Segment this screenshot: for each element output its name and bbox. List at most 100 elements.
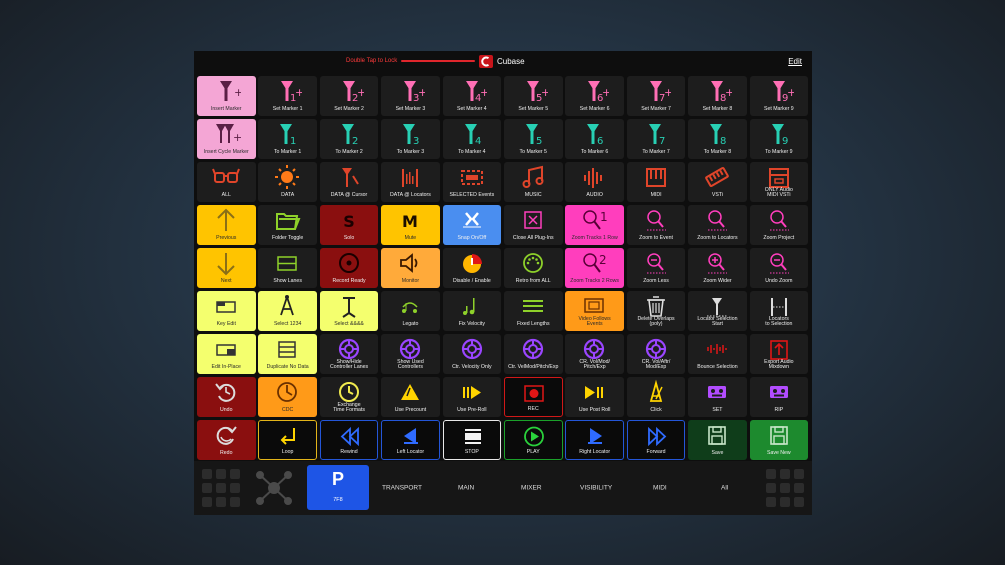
tile-to-marker-1[interactable]: 1 To Marker 1	[258, 119, 317, 159]
tile-solo[interactable]: S Solo	[319, 205, 379, 245]
tile-retro-from-all[interactable]: Retro from ALL	[504, 248, 563, 288]
tile-click[interactable]: Click	[626, 377, 686, 417]
tile-zoom-to-locators[interactable]: Zoom to Locators	[688, 205, 747, 245]
tile-rip[interactable]: RIP	[749, 377, 809, 417]
tile-zoom-tracks-2-rows[interactable]: 2 Zoom Tracks 2 Rows	[565, 248, 624, 288]
tile-show-used-controllers[interactable]: Show Used Controllers	[381, 334, 440, 374]
tab-main[interactable]: MAIN	[458, 485, 474, 492]
tile-save-new[interactable]: Save New	[749, 420, 809, 460]
tile-insert-cycle-marker[interactable]: + Insert Cycle Marker	[197, 119, 256, 159]
tile-to-marker-3[interactable]: 3 To Marker 3	[381, 119, 440, 159]
tab-all[interactable]: All	[721, 485, 728, 492]
tile-fix-velocity[interactable]: Fix Velocity	[442, 291, 502, 331]
tile-stop[interactable]: STOP	[442, 420, 502, 460]
tile-undo-zoom[interactable]: Undo Zoom	[749, 248, 809, 288]
tab-visibility[interactable]: VISIBILITY	[580, 485, 612, 492]
tile-data[interactable]: DATA	[258, 162, 317, 202]
tile-exchange-time-formats[interactable]: Exchange Time Formats	[319, 377, 379, 417]
tile-legato[interactable]: Legato	[381, 291, 440, 331]
tile-set-marker-3[interactable]: 3 + Set Marker 3	[381, 76, 440, 116]
tile-save[interactable]: Save	[688, 420, 747, 460]
tile-select-1234[interactable]: Select 1234	[258, 291, 317, 331]
grid-menu-right-icon[interactable]	[766, 469, 804, 507]
tile-right-locator[interactable]: Right Locator	[565, 420, 624, 460]
tile-set[interactable]: SET	[688, 377, 747, 417]
tile-video-follows-events[interactable]: Video Follows Events	[565, 291, 624, 331]
tile-show-hide-controller-lanes[interactable]: Show/Hide Controller Lanes	[319, 334, 379, 374]
tile-set-marker-2[interactable]: 2 + Set Marker 2	[319, 76, 379, 116]
tile-use-pre-roll[interactable]: Use Pre-Roll	[442, 377, 502, 417]
tile-audio[interactable]: AUDIO	[565, 162, 624, 202]
tab-transport[interactable]: TRANSPORT	[382, 485, 422, 492]
tile-disable-enable[interactable]: Disable / Enable	[442, 248, 502, 288]
tile-zoom-project[interactable]: Zoom Project	[749, 205, 809, 245]
tile-next[interactable]: Next	[197, 248, 256, 288]
active-page-button[interactable]: P 7F8	[307, 465, 369, 510]
tile-zoom-less[interactable]: Zoom Less	[626, 248, 686, 288]
tile-cr-vol-mod-pitch-exp[interactable]: CR. Vol/Mod/ Pitch/Exp	[565, 334, 624, 374]
tile-delete-overlaps-poly[interactable]: Delete Overlaps (poly)	[626, 291, 686, 331]
tile-export-audio-mixdown[interactable]: Export Audio Mixdown	[749, 334, 809, 374]
tile-data-cursor[interactable]: DATA @ Cursor	[319, 162, 379, 202]
tile-to-marker-9[interactable]: 9 To Marker 9	[749, 119, 809, 159]
tile-rec[interactable]: REC	[504, 377, 563, 417]
tile-set-marker-6[interactable]: 6 + Set Marker 6	[565, 76, 624, 116]
tile-set-marker-1[interactable]: 1 + Set Marker 1	[258, 76, 317, 116]
tab-midi[interactable]: MIDI	[653, 485, 667, 492]
tile-monitor[interactable]: Monitor	[381, 248, 440, 288]
grid-menu-left-icon[interactable]	[202, 469, 240, 507]
edit-button[interactable]: Edit	[788, 57, 802, 66]
tile-cr-vol-aftr-mod-exp[interactable]: CR. Vol/Aftr/ Mod/Exp	[626, 334, 686, 374]
tile-locators-to-selection[interactable]: Locators to Selection	[749, 291, 809, 331]
tile-mute[interactable]: M Mute	[381, 205, 440, 245]
tile-set-marker-4[interactable]: 4 + Set Marker 4	[442, 76, 502, 116]
tile-set-marker-5[interactable]: 5 + Set Marker 5	[504, 76, 563, 116]
tile-select[interactable]: Select &&&&	[319, 291, 379, 331]
tile-forward[interactable]: Forward	[626, 420, 686, 460]
tile-to-marker-6[interactable]: 6 To Marker 6	[565, 119, 624, 159]
tile-folder-toggle[interactable]: Folder Toggle	[258, 205, 317, 245]
tile-selected-events[interactable]: SELECTED Events	[442, 162, 502, 202]
tile-cdc[interactable]: CDC	[258, 377, 317, 417]
tile-zoom-wider[interactable]: Zoom Wider	[688, 248, 747, 288]
tile-to-marker-7[interactable]: 7 To Marker 7	[626, 119, 686, 159]
tile-ctr-velmod-pitch-exp[interactable]: Ctr. VelMod/Pitch/Exp	[504, 334, 563, 374]
lock-hint[interactable]: Double Tap to Lock	[346, 58, 397, 64]
tile-vsti[interactable]: VSTi	[688, 162, 747, 202]
tile-set-marker-9[interactable]: 9 + Set Marker 9	[749, 76, 809, 116]
tile-duplicate-no-data[interactable]: Duplicate No Data	[258, 334, 317, 374]
tile-data-locators[interactable]: DATA @ Locators	[381, 162, 440, 202]
tile-key-edit[interactable]: Key Edit	[197, 291, 256, 331]
tile-undo[interactable]: Undo	[197, 377, 256, 417]
tile-locator-selection-start[interactable]: Locator Selection Start	[688, 291, 747, 331]
tile-all[interactable]: ALL	[197, 162, 256, 202]
tile-ctr-velocity-only[interactable]: Ctr. Velocity Only	[442, 334, 502, 374]
tile-loop[interactable]: Loop	[258, 420, 317, 460]
tile-insert-marker[interactable]: + Insert Marker	[197, 76, 256, 116]
tile-to-marker-8[interactable]: 8 To Marker 8	[688, 119, 747, 159]
tile-left-locator[interactable]: Left Locator	[381, 420, 440, 460]
network-icon[interactable]	[254, 469, 294, 507]
tile-rewind[interactable]: Rewind	[319, 420, 379, 460]
tile-zoom-tracks-1-row[interactable]: 1 Zoom Tracks 1 Row	[565, 205, 624, 245]
tile-bounce-selection[interactable]: Bounce Selection	[688, 334, 747, 374]
tile-midi[interactable]: MIDI	[626, 162, 686, 202]
tile-to-marker-4[interactable]: 4 To Marker 4	[442, 119, 502, 159]
tile-to-marker-5[interactable]: 5 To Marker 5	[504, 119, 563, 159]
tile-set-marker-8[interactable]: 8 + Set Marker 8	[688, 76, 747, 116]
tile-close-all-plug-ins[interactable]: Close All Plug-Ins	[504, 205, 563, 245]
tile-use-precount[interactable]: Use Precount	[381, 377, 440, 417]
tile-only-audio-midi-vsti[interactable]: ONLY Audio MIDI VSTi	[749, 162, 809, 202]
tile-play[interactable]: PLAY	[504, 420, 563, 460]
tile-snap-on-off[interactable]: Snap On/Off	[442, 205, 502, 245]
tile-music[interactable]: MUSIC	[504, 162, 563, 202]
tile-to-marker-2[interactable]: 2 To Marker 2	[319, 119, 379, 159]
tile-show-lanes[interactable]: Show Lanes	[258, 248, 317, 288]
tile-set-marker-7[interactable]: 7 + Set Marker 7	[626, 76, 686, 116]
tile-use-post-roll[interactable]: Use Post Roll	[565, 377, 624, 417]
tile-fixed-lengths[interactable]: Fixed Lengths	[504, 291, 563, 331]
tile-previous[interactable]: Previous	[197, 205, 256, 245]
tile-edit-in-place[interactable]: Edit In-Place	[197, 334, 256, 374]
tile-record-ready[interactable]: Record Ready	[319, 248, 379, 288]
tile-redo[interactable]: Redo	[197, 420, 256, 460]
